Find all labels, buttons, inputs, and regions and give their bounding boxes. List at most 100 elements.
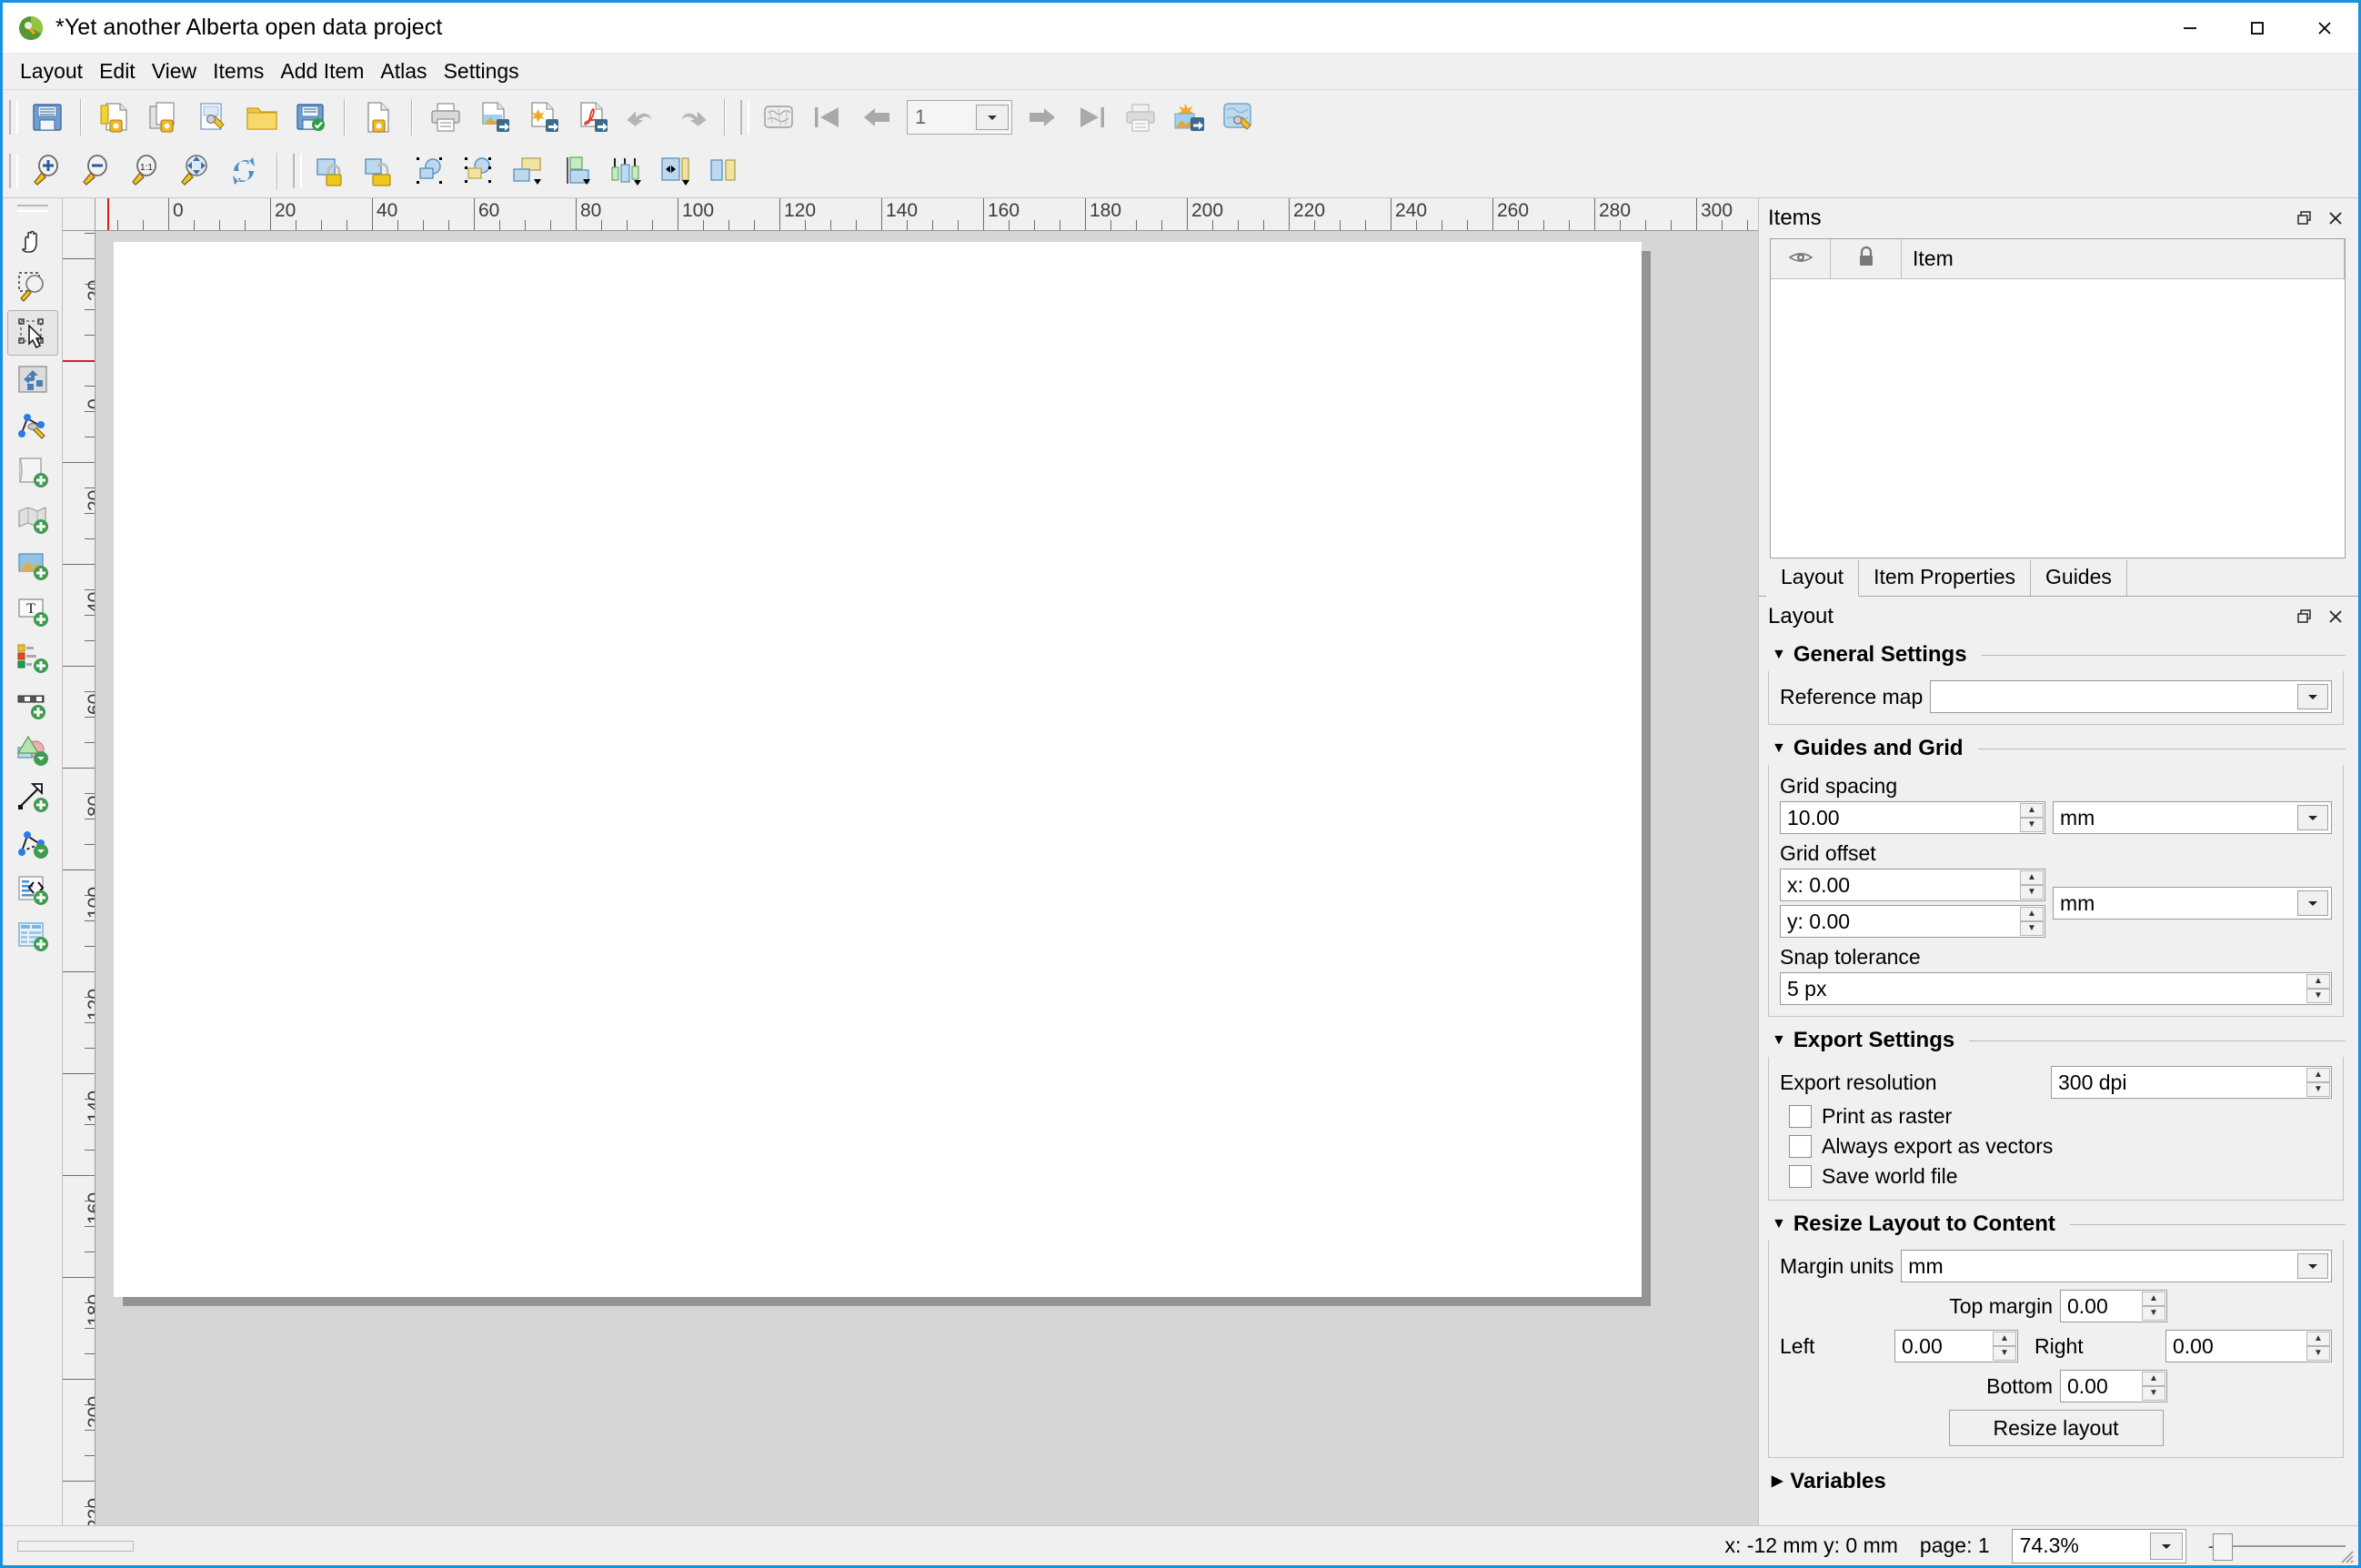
stepper-down-icon[interactable]: ▼: [1993, 1346, 2016, 1361]
menu-layout[interactable]: Layout: [12, 56, 91, 86]
atlas-settings-icon[interactable]: [754, 95, 803, 140]
stepper-down-icon[interactable]: ▼: [2306, 1346, 2330, 1361]
grid-offset-x-stepper[interactable]: ▲ ▼: [2020, 870, 2044, 900]
open-folder-icon[interactable]: [237, 95, 286, 140]
always-export-vectors-row[interactable]: Always export as vectors: [1789, 1134, 2332, 1159]
zoom-slider-handle[interactable]: [2213, 1533, 2233, 1561]
export-svg-icon[interactable]: [519, 95, 568, 140]
stepper-up-icon[interactable]: ▲: [2306, 1332, 2330, 1346]
menu-settings[interactable]: Settings: [436, 56, 527, 86]
layout-manager-icon[interactable]: [188, 95, 237, 140]
margin-units-combo[interactable]: mm: [1901, 1250, 2332, 1282]
export-resolution-input[interactable]: 300 dpi ▲ ▼: [2051, 1066, 2332, 1099]
items-table-body[interactable]: [1771, 279, 2345, 558]
save-as-template-icon[interactable]: [286, 95, 336, 140]
stepper-down-icon[interactable]: ▼: [2020, 818, 2044, 832]
zoom-tool-icon[interactable]: [7, 264, 58, 309]
group-guides-and-grid-header[interactable]: ▼ Guides and Grid: [1766, 730, 2346, 765]
stepper-down-icon[interactable]: ▼: [2306, 989, 2330, 1003]
maximize-button[interactable]: [2224, 3, 2291, 54]
print-icon[interactable]: [421, 95, 470, 140]
group-export-settings-header[interactable]: ▼ Export Settings: [1766, 1022, 2346, 1057]
print-as-raster-row[interactable]: Print as raster: [1789, 1104, 2332, 1129]
snap-tolerance-stepper[interactable]: ▲ ▼: [2306, 974, 2330, 1003]
lock-column-header[interactable]: [1831, 239, 1902, 279]
stepper-up-icon[interactable]: ▲: [2020, 907, 2044, 921]
zoom-100-icon[interactable]: 1:1: [121, 148, 170, 194]
toolbar-grip[interactable]: [740, 99, 749, 135]
export-image-icon[interactable]: [470, 95, 519, 140]
move-item-content-icon[interactable]: [7, 357, 58, 402]
lower-items-icon[interactable]: [552, 148, 601, 194]
group-variables-header[interactable]: ▶ Variables: [1766, 1463, 2346, 1498]
atlas-page-combo[interactable]: 1: [907, 99, 1012, 135]
atlas-preview-icon[interactable]: [1214, 95, 1263, 140]
pan-layout-icon[interactable]: [7, 217, 58, 263]
grid-offset-units-combo[interactable]: mm: [2053, 887, 2332, 920]
redo-icon[interactable]: [667, 95, 716, 140]
add-label-icon[interactable]: T: [7, 588, 58, 634]
stepper-down-icon[interactable]: ▼: [2142, 1386, 2165, 1401]
export-pdf-icon[interactable]: [568, 95, 618, 140]
close-icon[interactable]: [2320, 203, 2351, 234]
distribute-items-icon[interactable]: [650, 148, 699, 194]
always-export-vectors-checkbox[interactable]: [1789, 1135, 1812, 1158]
group-general-settings-header[interactable]: ▼ General Settings: [1766, 637, 2346, 671]
atlas-export-image-icon[interactable]: [1165, 95, 1214, 140]
menu-edit[interactable]: Edit: [91, 56, 144, 86]
close-button[interactable]: [2291, 3, 2358, 54]
menu-items[interactable]: Items: [205, 56, 272, 86]
ungroup-items-icon[interactable]: [454, 148, 503, 194]
resize-items-icon[interactable]: [699, 148, 748, 194]
vertical-toolbar-grip[interactable]: [16, 205, 48, 212]
add-node-item-icon[interactable]: [7, 820, 58, 866]
left-margin-stepper[interactable]: ▲ ▼: [1993, 1332, 2016, 1361]
atlas-prev-feature-icon[interactable]: [852, 95, 901, 140]
zoom-full-icon[interactable]: [170, 148, 219, 194]
chevron-down-icon[interactable]: [2297, 1253, 2328, 1279]
top-margin-input[interactable]: 0.00 ▲ ▼: [2060, 1290, 2167, 1322]
export-resolution-stepper[interactable]: ▲ ▼: [2306, 1068, 2330, 1097]
select-move-item-icon[interactable]: [6, 310, 58, 356]
visibility-column-header[interactable]: [1771, 239, 1831, 279]
save-world-file-row[interactable]: Save world file: [1789, 1164, 2332, 1189]
stepper-up-icon[interactable]: ▲: [1993, 1332, 2016, 1346]
tab-guides[interactable]: Guides: [2031, 560, 2127, 596]
close-icon[interactable]: [2320, 601, 2351, 632]
chevron-down-icon[interactable]: [976, 104, 1009, 130]
grid-spacing-input[interactable]: 10.00 ▲ ▼: [1780, 801, 2045, 834]
edit-nodes-icon[interactable]: [7, 403, 58, 448]
refresh-icon[interactable]: [219, 148, 268, 194]
stepper-up-icon[interactable]: ▲: [2020, 803, 2044, 818]
add-picture-icon[interactable]: [7, 542, 58, 588]
restore-icon[interactable]: [2289, 601, 2320, 632]
top-margin-stepper[interactable]: ▲ ▼: [2142, 1292, 2165, 1321]
add-html-icon[interactable]: [7, 867, 58, 912]
stepper-down-icon[interactable]: ▼: [2020, 921, 2044, 936]
bottom-margin-stepper[interactable]: ▲ ▼: [2142, 1372, 2165, 1401]
bottom-margin-input[interactable]: 0.00 ▲ ▼: [2060, 1370, 2167, 1402]
group-items-icon[interactable]: [405, 148, 454, 194]
save-project-icon[interactable]: [23, 95, 72, 140]
toolbar-grip[interactable]: [293, 153, 302, 188]
layout-page[interactable]: [114, 242, 1642, 1297]
right-margin-input[interactable]: 0.00 ▲ ▼: [2165, 1330, 2332, 1362]
resize-layout-button[interactable]: Resize layout: [1948, 1410, 2164, 1446]
add-table-icon[interactable]: [7, 913, 58, 959]
items-table[interactable]: Item: [1770, 238, 2346, 558]
stepper-down-icon[interactable]: ▼: [2020, 885, 2044, 900]
grid-offset-y-stepper[interactable]: ▲ ▼: [2020, 907, 2044, 936]
tab-layout[interactable]: Layout: [1766, 560, 1860, 597]
toolbar-grip[interactable]: [9, 99, 18, 135]
lock-items-icon[interactable]: [306, 148, 356, 194]
menu-view[interactable]: View: [144, 56, 205, 86]
stepper-up-icon[interactable]: ▲: [2306, 1068, 2330, 1082]
group-resize-layout-header[interactable]: ▼ Resize Layout to Content: [1766, 1206, 2346, 1241]
restore-icon[interactable]: [2289, 203, 2320, 234]
menu-atlas[interactable]: Atlas: [372, 56, 435, 86]
undo-icon[interactable]: [618, 95, 667, 140]
reference-map-combo[interactable]: [1930, 680, 2332, 713]
chevron-down-icon[interactable]: [2297, 890, 2328, 916]
add-scalebar-icon[interactable]: [7, 681, 58, 727]
stepper-up-icon[interactable]: ▲: [2142, 1372, 2165, 1386]
